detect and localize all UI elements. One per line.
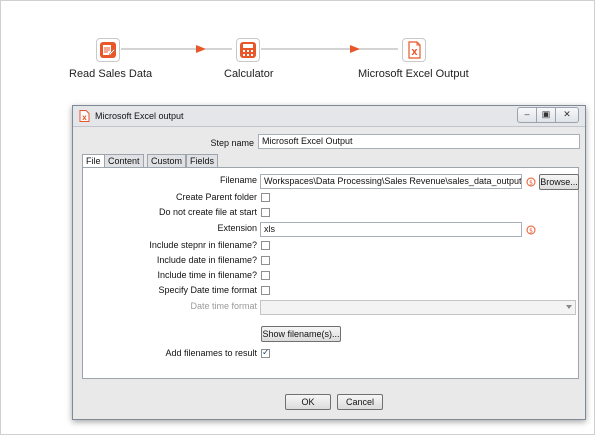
dt-format-label: Date time format — [190, 301, 257, 311]
chevron-down-icon — [566, 305, 572, 309]
excel-output-icon: X — [79, 110, 90, 122]
dialog-titlebar[interactable]: X Microsoft Excel output – ▣ ✕ — [73, 106, 585, 127]
tab-file[interactable]: File — [82, 154, 105, 168]
add-filenames-checkbox[interactable]: ✓ — [261, 347, 270, 358]
date-checkbox[interactable] — [261, 256, 270, 265]
minimize-button[interactable]: – — [517, 107, 537, 123]
stepnr-checkbox[interactable] — [261, 241, 270, 250]
browse-button[interactable]: Browse... — [539, 174, 579, 190]
dt-format-select[interactable] — [260, 300, 576, 315]
close-button[interactable]: ✕ — [556, 107, 579, 123]
add-filenames-label: Add filenames to result — [165, 348, 257, 358]
tab-custom[interactable]: Custom — [147, 154, 187, 167]
create-parent-checkbox[interactable] — [261, 193, 270, 202]
date-label: Include date in filename? — [156, 255, 257, 265]
time-label: Include time in filename? — [157, 270, 257, 280]
restore-button[interactable]: ▣ — [537, 107, 556, 123]
specify-dt-checkbox[interactable] — [261, 286, 270, 295]
no-create-label: Do not create file at start — [158, 207, 257, 217]
close-icon: ✕ — [563, 109, 571, 119]
filename-input[interactable]: Workspaces\Data Processing\Sales Revenue… — [260, 174, 522, 189]
show-filenames-button[interactable]: Show filename(s)... — [261, 326, 341, 342]
dialog-title: Microsoft Excel output — [95, 111, 184, 121]
excel-output-dialog: X Microsoft Excel output – ▣ ✕ Step name… — [72, 105, 586, 420]
svg-text:$: $ — [529, 180, 533, 187]
filename-label: Filename — [219, 175, 257, 185]
extension-label: Extension — [217, 223, 257, 233]
variable-icon: $ — [526, 225, 536, 235]
tab-fields[interactable]: Fields — [186, 154, 219, 167]
checkmark-icon: ✓ — [262, 347, 270, 357]
ok-button[interactable]: OK — [285, 394, 331, 410]
cancel-button[interactable]: Cancel — [337, 394, 383, 410]
minimize-icon: – — [524, 109, 530, 119]
file-tab-panel: Filename Workspaces\Data Processing\Sale… — [82, 167, 579, 379]
create-parent-label: Create Parent folder — [175, 192, 257, 202]
hop-read-to-calculator[interactable] — [121, 45, 232, 53]
pipeline-hops — [121, 45, 398, 53]
time-checkbox[interactable] — [261, 271, 270, 280]
svg-text:X: X — [82, 115, 87, 122]
step-name-label: Step name — [210, 138, 254, 148]
variable-icon: $ — [526, 177, 536, 187]
svg-text:$: $ — [529, 228, 533, 235]
extension-input[interactable]: xls — [260, 222, 522, 237]
hop-calculator-to-excel[interactable] — [261, 45, 398, 53]
restore-icon: ▣ — [541, 109, 551, 119]
step-name-input[interactable]: Microsoft Excel Output — [258, 134, 580, 149]
tab-content[interactable]: Content — [104, 154, 144, 167]
no-create-checkbox[interactable] — [261, 208, 270, 217]
specify-dt-label: Specify Date time format — [158, 285, 257, 295]
stepnr-label: Include stepnr in filename? — [149, 240, 257, 250]
